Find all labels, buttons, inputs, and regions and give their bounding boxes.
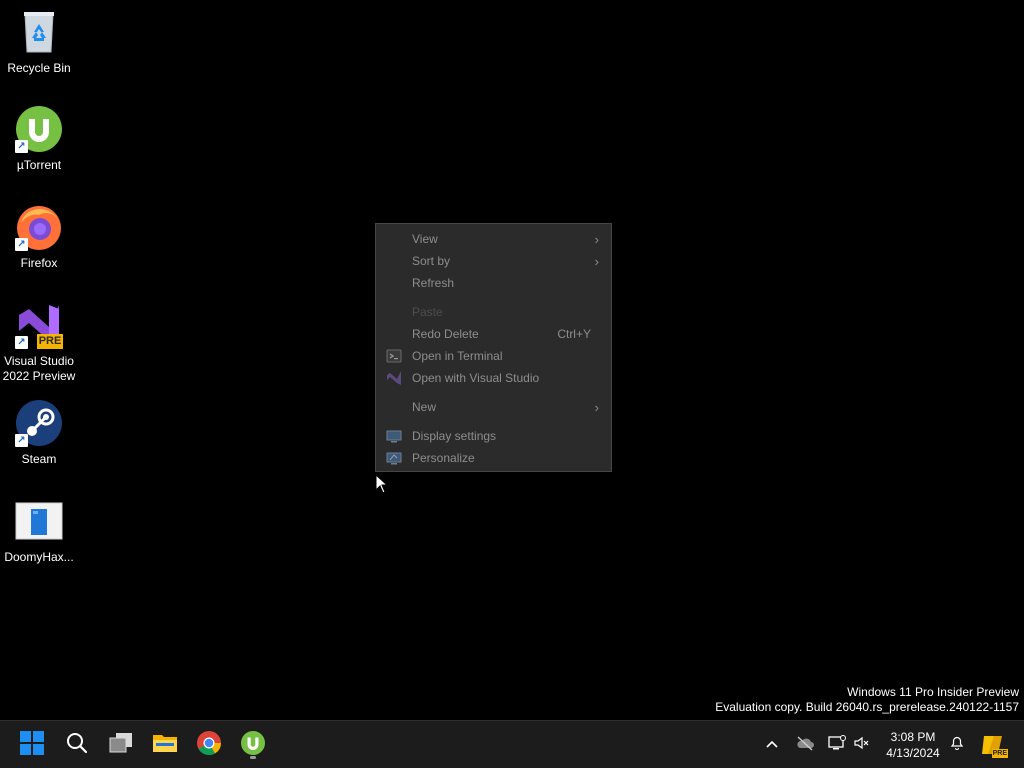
- visual-studio-icon: [386, 370, 402, 386]
- preview-badge: PRE: [991, 749, 1008, 758]
- start-button[interactable]: [16, 729, 48, 761]
- shortcut-arrow-icon: ↗: [15, 238, 28, 251]
- steam-icon: ↗: [15, 399, 63, 447]
- chrome-button[interactable]: [193, 729, 225, 761]
- desktop-icon-visual-studio-preview[interactable]: PRE ↗ Visual Studio 2022 Preview: [0, 301, 78, 384]
- taskbar-clock[interactable]: 3:08 PM 4/13/2024: [880, 729, 946, 761]
- desktop-icon-recycle-bin[interactable]: Recycle Bin: [0, 8, 78, 76]
- document-icon: [15, 497, 63, 545]
- desktop-icon-label: Steam: [21, 452, 57, 466]
- search-icon: [65, 731, 89, 760]
- menu-item-paste[interactable]: Paste: [376, 301, 611, 323]
- menu-item-label: Open with Visual Studio: [412, 371, 540, 385]
- mouse-cursor-icon: [375, 473, 389, 494]
- menu-item-display-settings[interactable]: Display settings: [376, 425, 611, 447]
- menu-item-label: View: [412, 232, 438, 246]
- utorrent-taskbar-button[interactable]: [237, 729, 269, 761]
- desktop-icon-utorrent[interactable]: ↗ µTorrent: [0, 105, 78, 173]
- menu-item-sort-by[interactable]: Sort by ›: [376, 250, 611, 272]
- notifications-button[interactable]: [947, 735, 967, 755]
- search-button[interactable]: [61, 729, 93, 761]
- taskbar: 3:08 PM 4/13/2024 PRE: [0, 720, 1024, 768]
- start-icon: [19, 730, 45, 761]
- terminal-icon: [386, 348, 402, 364]
- menu-item-label: Display settings: [412, 429, 497, 443]
- evaluation-watermark: Windows 11 Pro Insider Preview Evaluatio…: [715, 685, 1019, 715]
- desktop-icon-firefox[interactable]: ↗ Firefox: [0, 203, 78, 271]
- menu-item-refresh[interactable]: Refresh: [376, 272, 611, 294]
- watermark-line-2: Evaluation copy. Build 26040.rs_prerelea…: [715, 700, 1019, 714]
- menu-item-label: Personalize: [412, 451, 475, 465]
- copilot-preview-icon: PRE: [980, 732, 1008, 758]
- menu-item-label: Refresh: [412, 276, 455, 290]
- chevron-right-icon: ›: [594, 253, 599, 269]
- menu-item-redo-delete[interactable]: Redo Delete Ctrl+Y: [376, 323, 611, 345]
- desktop-icon-label: µTorrent: [16, 158, 62, 172]
- desktop-icon-label: Recycle Bin: [7, 61, 71, 75]
- clock-time: 3:08 PM: [890, 730, 936, 744]
- onedrive-tray-button[interactable]: [795, 735, 815, 755]
- chrome-icon: [196, 730, 222, 761]
- menu-item-label: New: [412, 400, 437, 414]
- menu-item-personalize[interactable]: Personalize: [376, 447, 611, 469]
- menu-item-label: Open in Terminal: [412, 349, 503, 363]
- shortcut-arrow-icon: ↗: [15, 434, 28, 447]
- task-view-button[interactable]: [105, 729, 137, 761]
- watermark-line-1: Windows 11 Pro Insider Preview: [847, 685, 1019, 699]
- menu-item-label: Sort by: [412, 254, 451, 268]
- menu-item-open-in-terminal[interactable]: Open in Terminal: [376, 345, 611, 367]
- desktop-icon-label: Firefox: [20, 256, 58, 270]
- menu-item-label: Paste: [412, 305, 443, 319]
- notification-bell-icon: [949, 735, 965, 756]
- visual-studio-preview-icon: PRE ↗: [15, 301, 63, 349]
- display-icon: [386, 428, 402, 444]
- menu-item-shortcut: Ctrl+Y: [557, 327, 591, 341]
- desktop-context-menu: View › Sort by › Refresh Paste Redo Dele…: [375, 223, 612, 472]
- preview-badge: PRE: [37, 334, 63, 349]
- clock-date: 4/13/2024: [886, 746, 940, 760]
- chevron-up-icon: [765, 736, 779, 754]
- volume-muted-icon: [853, 735, 871, 756]
- desktop-icon-label: Visual Studio 2022 Preview: [2, 354, 76, 383]
- recycle-bin-icon: [15, 8, 63, 56]
- volume-tray-button[interactable]: [852, 735, 872, 755]
- running-indicator: [250, 756, 256, 759]
- preview-widget-button[interactable]: PRE: [980, 732, 1008, 758]
- network-icon: [828, 734, 846, 756]
- desktop[interactable]: Recycle Bin ↗ µTorrent ↗ Firefox PRE ↗ V…: [0, 0, 1024, 720]
- menu-item-open-with-visual-studio[interactable]: Open with Visual Studio: [376, 367, 611, 389]
- desktop-icon-label: DoomyHax...: [4, 550, 74, 564]
- firefox-icon: ↗: [15, 203, 63, 251]
- menu-item-label: Redo Delete: [412, 327, 479, 341]
- utorrent-icon: ↗: [15, 105, 63, 153]
- chevron-right-icon: ›: [594, 231, 599, 247]
- show-hidden-icons-button[interactable]: [762, 735, 782, 755]
- shortcut-arrow-icon: ↗: [15, 140, 28, 153]
- chevron-right-icon: ›: [594, 399, 599, 415]
- desktop-icon-steam[interactable]: ↗ Steam: [0, 399, 78, 467]
- file-explorer-icon: [152, 731, 178, 760]
- task-view-icon: [108, 731, 134, 760]
- desktop-icon-doomyhax[interactable]: DoomyHax...: [0, 497, 78, 565]
- menu-item-new[interactable]: New ›: [376, 396, 611, 418]
- menu-item-view[interactable]: View ›: [376, 228, 611, 250]
- shortcut-arrow-icon: ↗: [15, 336, 28, 349]
- file-explorer-button[interactable]: [149, 729, 181, 761]
- onedrive-offline-icon: [795, 735, 815, 756]
- personalize-icon: [386, 450, 402, 466]
- network-tray-button[interactable]: [827, 734, 847, 756]
